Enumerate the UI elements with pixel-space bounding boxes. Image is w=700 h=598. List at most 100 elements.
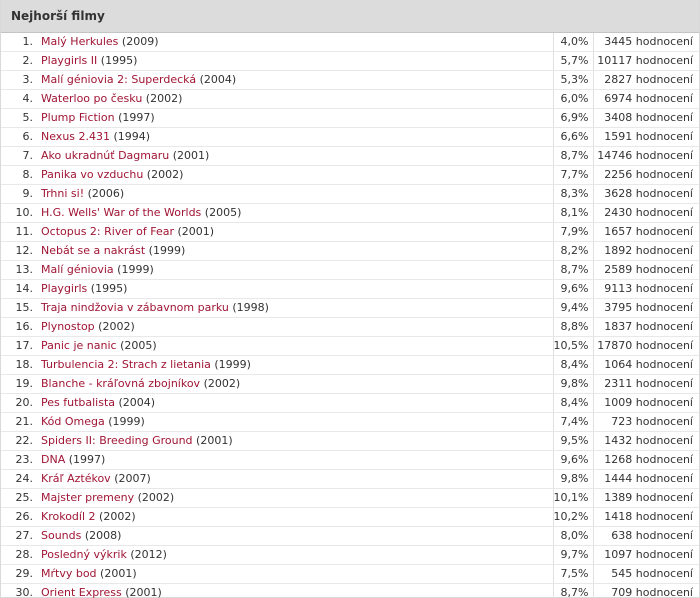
film-link[interactable]: Kráľ Aztékov [41, 472, 111, 485]
film-year: (2001) [172, 149, 210, 163]
film-rating-count: 1097 hodnocení [592, 545, 699, 566]
film-rating-count: 545 hodnocení [592, 564, 699, 585]
film-link[interactable]: Blanche - kráľovná zbojníkov [41, 377, 200, 390]
table-row: 3. Malí géniovia 2: Superdecká (2004) 5,… [1, 70, 699, 91]
table-row: 1. Malý Herkules (2009) 4,0% 3445 hodnoc… [1, 33, 699, 53]
table-row: 28. Posledný výkrik (2012) 9,7% 1097 hod… [1, 545, 699, 566]
film-rank: 2. [1, 51, 39, 72]
film-rating-count: 2589 hodnocení [592, 260, 699, 281]
worst-films-panel: Nejhorší filmy 1. Malý Herkules (2009) 4… [0, 0, 700, 598]
film-link[interactable]: Krokodíl 2 [41, 510, 96, 523]
film-rating-count: 2256 hodnocení [592, 165, 699, 186]
table-row: 18. Turbulencia 2: Strach z lietania (19… [1, 355, 699, 376]
film-link[interactable]: Turbulencia 2: Strach z lietania [41, 358, 211, 371]
film-link[interactable]: Nebát se a nakrást [41, 244, 145, 257]
film-rank: 17. [1, 336, 39, 357]
film-link[interactable]: Sounds [41, 529, 81, 542]
film-year: (2001) [100, 567, 137, 581]
film-title-cell: Orient Express (2001) [39, 583, 553, 598]
film-rank: 19. [1, 374, 39, 395]
film-rank: 24. [1, 469, 39, 490]
film-rank: 14. [1, 279, 39, 300]
film-year: (2005) [204, 206, 242, 220]
film-link[interactable]: Traja nindžovia v zábavnom parku [41, 301, 229, 314]
film-rating-count: 709 hodnocení [592, 583, 699, 598]
film-link[interactable]: Playgirls II [41, 54, 97, 67]
table-row: 11. Octopus 2: River of Fear (2001) 7,9%… [1, 222, 699, 243]
film-rank: 11. [1, 222, 39, 243]
film-rating-count: 2827 hodnocení [592, 70, 699, 91]
film-link[interactable]: Orient Express [41, 586, 122, 598]
film-rating: 10,1% [552, 488, 593, 509]
film-year: (1997) [68, 453, 106, 467]
film-rank: 8. [1, 165, 39, 186]
film-year: (2001) [196, 434, 233, 448]
film-link[interactable]: Playgirls [41, 282, 87, 295]
table-row: 9. Trhni si! (2006) 8,3% 3628 hodnocení [1, 184, 699, 205]
film-rating-count: 1892 hodnocení [592, 241, 699, 262]
film-title-cell: Trhni si! (2006) [39, 184, 553, 205]
film-year: (1999) [108, 415, 145, 429]
film-rating-count: 1837 hodnocení [592, 317, 699, 338]
film-link[interactable]: Ako ukradnúť Dagmaru [41, 149, 169, 162]
film-link[interactable]: H.G. Wells' War of the Worlds [41, 206, 201, 219]
film-year: (1995) [90, 282, 128, 296]
film-link[interactable]: Octopus 2: River of Fear [41, 225, 174, 238]
film-link[interactable]: Plump Fiction [41, 111, 115, 124]
film-rating-count: 1268 hodnocení [592, 450, 699, 471]
film-link[interactable]: Malý Herkules [41, 35, 118, 48]
film-link[interactable]: Nexus 2.431 [41, 130, 110, 143]
film-rank: 23. [1, 450, 39, 471]
table-row: 24. Kráľ Aztékov (2007) 9,8% 1444 hodnoc… [1, 469, 699, 490]
film-rank: 29. [1, 564, 39, 585]
film-rank: 16. [1, 317, 39, 338]
film-link[interactable]: Plynostop [41, 320, 95, 333]
film-link[interactable]: Trhni si! [41, 187, 84, 200]
film-rating-count: 1432 hodnocení [592, 431, 699, 452]
film-link[interactable]: Panic je nanic [41, 339, 117, 352]
film-link[interactable]: Panika vo vzduchu [41, 168, 143, 181]
film-year: (2008) [84, 529, 122, 543]
film-rank: 9. [1, 184, 39, 205]
film-link[interactable]: Majster premeny [41, 491, 134, 504]
table-row: 22. Spiders II: Breeding Ground (2001) 9… [1, 431, 699, 452]
film-title-cell: Plump Fiction (1997) [39, 108, 553, 129]
film-link[interactable]: Kód Omega [41, 415, 105, 428]
film-year: (2002) [145, 92, 183, 106]
film-title-cell: Turbulencia 2: Strach z lietania (1999) [39, 355, 553, 376]
film-rating-count: 3408 hodnocení [592, 108, 699, 129]
film-title-cell: Playgirls (1995) [39, 279, 553, 300]
film-title-cell: Nexus 2.431 (1994) [39, 127, 553, 148]
film-rating: 6,0% [552, 89, 593, 110]
table-row: 26. Krokodíl 2 (2002) 10,2% 1418 hodnoce… [1, 507, 699, 528]
film-rating-count: 10117 hodnocení [592, 51, 699, 72]
film-link[interactable]: Malí géniovia [41, 263, 114, 276]
film-rank: 5. [1, 108, 39, 129]
film-year: (1999) [117, 263, 154, 277]
film-link[interactable]: Pes futbalista [41, 396, 115, 409]
film-year: (2006) [87, 187, 125, 201]
film-rating: 8,1% [552, 203, 593, 224]
film-link[interactable]: Posledný výkrik [41, 548, 127, 561]
film-title-cell: Traja nindžovia v zábavnom parku (1998) [39, 298, 553, 319]
film-rating: 9,7% [552, 545, 593, 566]
film-rating: 5,3% [552, 70, 593, 91]
film-rating: 9,6% [552, 450, 593, 471]
film-rating-count: 3445 hodnocení [592, 33, 699, 53]
film-rank: 28. [1, 545, 39, 566]
table-row: 20. Pes futbalista (2004) 8,4% 1009 hodn… [1, 393, 699, 414]
film-rating: 7,7% [552, 165, 593, 186]
film-rating-count: 3795 hodnocení [592, 298, 699, 319]
film-rank: 22. [1, 431, 39, 452]
film-title-cell: Blanche - kráľovná zbojníkov (2002) [39, 374, 553, 395]
film-link[interactable]: Mŕtvy bod [41, 567, 97, 580]
film-link[interactable]: Malí géniovia 2: Superdecká [41, 73, 196, 86]
film-title-cell: Pes futbalista (2004) [39, 393, 553, 414]
film-rating-count: 2311 hodnocení [592, 374, 699, 395]
film-link[interactable]: DNA [41, 453, 65, 466]
panel-header: Nejhorší filmy [1, 0, 699, 33]
film-rating: 10,2% [552, 507, 593, 528]
films-table-body: 1. Malý Herkules (2009) 4,0% 3445 hodnoc… [1, 33, 699, 598]
film-link[interactable]: Waterloo po česku [41, 92, 142, 105]
film-link[interactable]: Spiders II: Breeding Ground [41, 434, 193, 447]
